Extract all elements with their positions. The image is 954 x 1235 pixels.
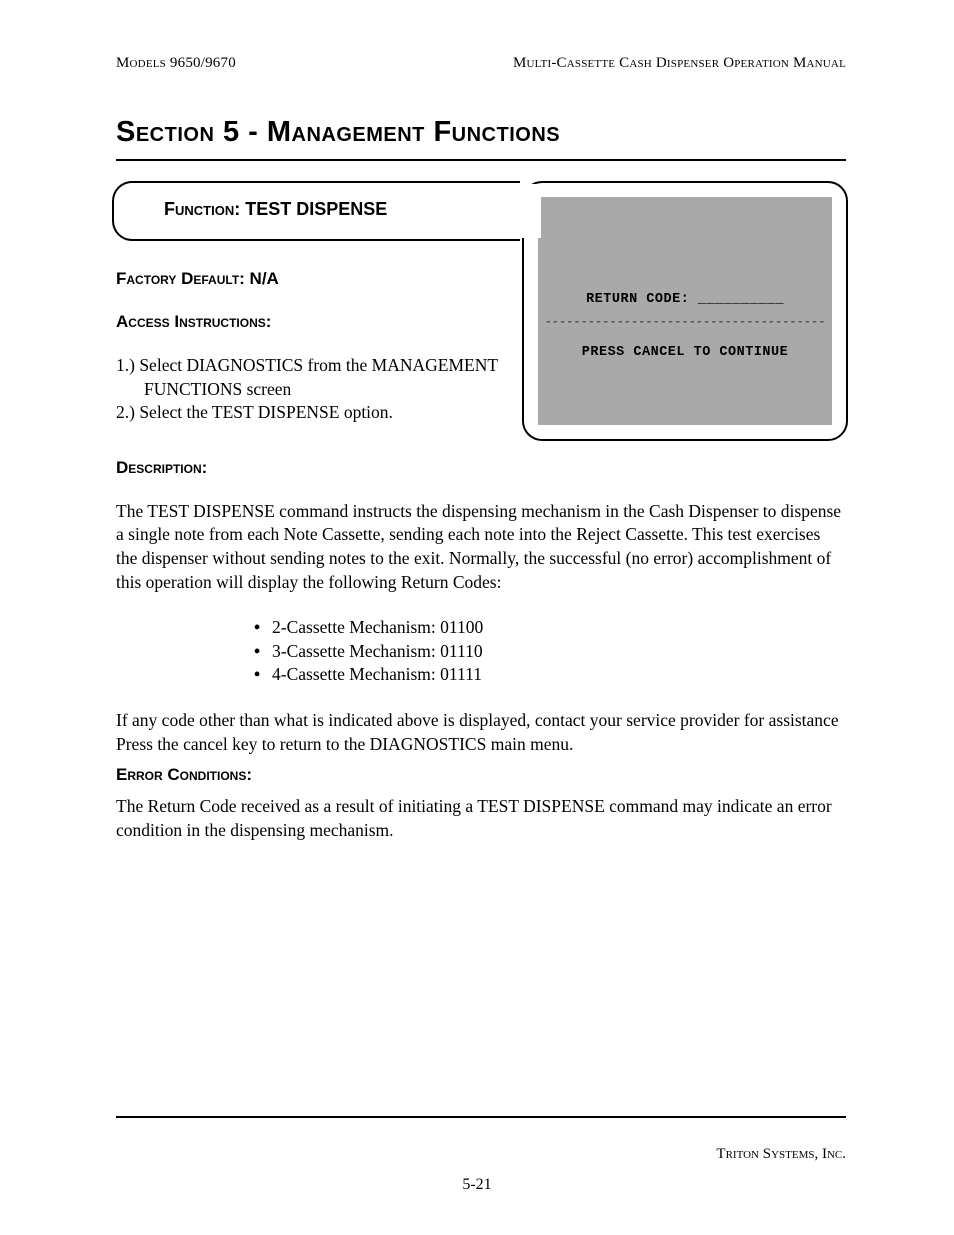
manual-page: Models 9650/9670 Multi-Cassette Cash Dis… (0, 0, 954, 1235)
screen-return-code-label: RETURN CODE: (586, 292, 689, 307)
description-para1: The TEST DISPENSE command instructs the … (116, 500, 846, 595)
section-rule (116, 159, 846, 161)
description-para2: If any code other than what is indicated… (116, 709, 846, 756)
page-header: Models 9650/9670 Multi-Cassette Cash Dis… (116, 55, 846, 74)
access-instructions-label: Access Instructions: (116, 311, 526, 334)
return-code-2cassette: 2-Cassette Mechanism: 01100 (272, 616, 846, 640)
return-code-3cassette: 3-Cassette Mechanism: 01110 (272, 640, 846, 664)
access-step-1: 1.) Select DIAGNOSTICS from the MANAGEME… (144, 354, 526, 401)
content: Function: TEST DISPENSE RETURN CODE: ___… (116, 181, 846, 843)
error-conditions-label: Error Conditions: (116, 764, 846, 787)
footer-company: Triton Systems, Inc. (716, 1146, 846, 1163)
screen-return-code-line: RETURN CODE: __________ (538, 292, 832, 307)
return-code-4cassette: 4-Cassette Mechanism: 01111 (272, 663, 846, 687)
screen-return-code-value: __________ (698, 292, 784, 307)
function-tab-mask (501, 184, 541, 238)
atm-screen-inner: RETURN CODE: __________ ----------------… (538, 197, 832, 425)
factory-default: Factory Default: N/A (116, 267, 526, 291)
function-label: Function: TEST DISPENSE (164, 199, 387, 220)
footer-rule (116, 1116, 846, 1118)
return-codes-list: 2-Cassette Mechanism: 01100 3-Cassette M… (116, 616, 846, 687)
factory-default-label: Factory Default: (116, 269, 250, 288)
error-conditions-para: The Return Code received as a result of … (116, 795, 846, 842)
screen-divider: --------------------------------------- (538, 315, 832, 329)
factory-default-value: N/A (250, 269, 279, 288)
header-right: Multi-Cassette Cash Dispenser Operation … (513, 55, 846, 72)
header-left: Models 9650/9670 (116, 55, 236, 72)
atm-screen-mock: RETURN CODE: __________ ----------------… (522, 181, 848, 441)
access-steps: 1.) Select DIAGNOSTICS from the MANAGEME… (116, 354, 526, 425)
function-label-prefix: Function: (164, 199, 245, 219)
description-block: Description: The TEST DISPENSE command i… (116, 457, 846, 843)
screen-press-line: PRESS CANCEL TO CONTINUE (538, 345, 832, 360)
function-label-value: TEST DISPENSE (245, 199, 387, 219)
footer-page-number: 5-21 (0, 1176, 954, 1194)
access-step-2: 2.) Select the TEST DISPENSE option. (144, 401, 526, 425)
description-label: Description: (116, 457, 846, 480)
section-title: Section 5 - Management Functions (116, 116, 846, 149)
